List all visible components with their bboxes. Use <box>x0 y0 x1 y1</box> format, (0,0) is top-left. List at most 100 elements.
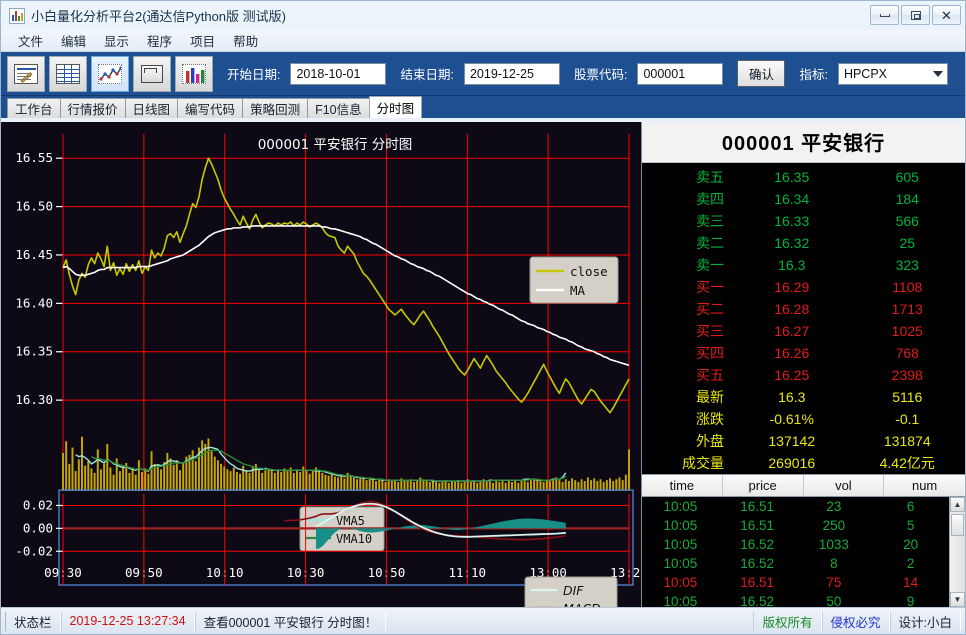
tick-cell-vol: 23 <box>826 499 842 514</box>
quote-row-price: 16.3 <box>778 257 806 273</box>
quote-row-volume: 1025 <box>891 323 923 339</box>
status-infringement: 侵权必究 <box>821 611 890 631</box>
start-date-label: 开始日期: <box>227 68 281 82</box>
quote-row: 买五 16.25 2398 <box>642 364 965 386</box>
bar-chart-icon <box>182 63 206 84</box>
main-content: 16.30 16.35 16.40 16.45 16.50 16.55 09:30 09:50… <box>1 122 965 609</box>
quote-row-volume: 184 <box>895 191 919 207</box>
menu-item-program[interactable]: 程序 <box>140 29 179 52</box>
close-button[interactable]: ✕ <box>932 5 961 25</box>
tick-cell-num: 14 <box>903 575 919 590</box>
tick-cell-num: 20 <box>903 537 919 552</box>
minimize-button[interactable] <box>870 5 899 25</box>
line-chart-button[interactable] <box>91 55 129 92</box>
tick-cell-time: 10:05 <box>663 575 698 590</box>
tick-row: 10:05 16.52 8 2 <box>642 554 949 573</box>
quote-row-label: 卖四 <box>696 191 724 207</box>
tab-intraday-chart[interactable]: 分时图 <box>368 96 423 118</box>
svg-text:0.00: 0.00 <box>23 520 53 535</box>
window-title: 小白量化分析平台2(通达信Python版 测试版) <box>31 9 286 24</box>
svg-text:16.30: 16.30 <box>15 392 53 407</box>
confirm-button[interactable]: 确认 <box>737 60 786 87</box>
indicator-select-value: HPCPX <box>843 66 888 81</box>
quote-row-price: 16.25 <box>774 367 810 383</box>
edit-document-icon <box>14 63 38 84</box>
scroll-down-icon[interactable]: ▼ <box>950 592 965 607</box>
table-button[interactable] <box>49 55 87 92</box>
menu-item-file[interactable]: 文件 <box>11 29 50 52</box>
tick-row: 10:05 16.52 50 9 <box>642 592 949 607</box>
tick-col-num: num <box>911 478 938 493</box>
end-date-label: 结束日期: <box>400 68 454 82</box>
indicator-label: 指标: <box>799 68 828 82</box>
quote-row: 涨跌 -0.61% -0.1 <box>642 408 965 430</box>
tick-cell-price: 16.52 <box>740 594 775 607</box>
tick-table-body: 10:05 16.51 23 6 10:05 16.51 250 5 10:05 16.52 103… <box>642 497 949 607</box>
chevron-down-icon <box>932 70 943 77</box>
tick-cell-time: 10:05 <box>663 518 698 533</box>
tick-row: 10:05 16.51 250 5 <box>642 516 949 535</box>
quote-row-price: 16.29 <box>774 279 810 295</box>
quote-row-price: 16.33 <box>774 213 810 229</box>
bar-chart-button[interactable] <box>175 55 213 92</box>
start-date-input[interactable]: 2018-10-01 <box>290 62 387 85</box>
tick-row: 10:05 16.51 23 6 <box>642 497 949 516</box>
quote-row-label: 外盘 <box>696 433 724 449</box>
stock-code-input[interactable]: 000001 <box>637 62 724 85</box>
quote-row-label: 买一 <box>696 279 724 295</box>
quote-row-price: 269016 <box>768 455 816 471</box>
quote-row-volume: 605 <box>895 169 919 185</box>
quote-row-volume: -0.1 <box>895 411 920 427</box>
tick-cell-price: 16.51 <box>740 499 775 514</box>
tick-cell-price: 16.51 <box>740 575 775 590</box>
tab-strip: 工作台 行情报价 日线图 编写代码 策略回测 F10信息 分时图 <box>1 96 965 118</box>
tick-row: 10:05 16.52 1033 20 <box>642 535 949 554</box>
menu-item-edit[interactable]: 编辑 <box>54 29 93 52</box>
folder-button[interactable] <box>133 55 171 92</box>
quote-row-volume: 768 <box>895 345 919 361</box>
menu-item-project[interactable]: 项目 <box>183 29 222 52</box>
quote-row: 买四 16.26 768 <box>642 342 965 364</box>
menu-item-view[interactable]: 显示 <box>97 29 136 52</box>
scroll-up-icon[interactable]: ▲ <box>950 497 965 512</box>
tick-col-price: price <box>723 475 804 496</box>
quote-row-label: 买四 <box>696 345 724 361</box>
menu-item-help[interactable]: 帮助 <box>226 29 265 52</box>
end-date-input[interactable]: 2019-12-25 <box>463 62 560 85</box>
tab-quotes[interactable]: 行情报价 <box>59 98 126 118</box>
svg-text:16.40: 16.40 <box>15 295 53 310</box>
svg-text:16.45: 16.45 <box>15 247 53 262</box>
tick-cell-time: 10:05 <box>663 499 698 514</box>
tick-cell-num: 5 <box>906 518 915 533</box>
quote-row: 买二 16.28 1713 <box>642 298 965 320</box>
indicator-select[interactable]: HPCPX <box>837 62 948 85</box>
tick-cell-price: 16.52 <box>740 556 775 571</box>
chart-app-icon <box>9 7 25 24</box>
quote-row-volume: 4.42亿元 <box>879 455 935 471</box>
tick-scrollbar[interactable]: ▲ ▼ <box>949 497 965 607</box>
svg-text:MA: MA <box>570 283 586 298</box>
quote-row-volume: 566 <box>895 213 919 229</box>
tick-table-wrap: 10:05 16.51 23 6 10:05 16.51 250 5 10:05 16.52 103… <box>642 497 965 607</box>
maximize-button[interactable] <box>901 5 930 25</box>
quote-row-price: 16.26 <box>774 345 810 361</box>
quote-row-price: 16.32 <box>774 235 810 251</box>
scroll-thumb[interactable] <box>951 514 964 536</box>
tab-write-code[interactable]: 编写代码 <box>177 98 244 118</box>
quote-level2-table: 卖五 16.35 605 卖四 16.34 184 卖三 16.33 566 卖二 16.32 25 卖… <box>642 163 965 474</box>
tick-col-time: time <box>642 475 723 496</box>
tab-workbench[interactable]: 工作台 <box>7 98 61 118</box>
quote-row-price: 16.3 <box>778 389 806 405</box>
tick-cell-time: 10:05 <box>663 537 698 552</box>
tick-table-header: time price vol num <box>642 474 965 497</box>
tab-f10-info[interactable]: F10信息 <box>307 98 370 118</box>
status-copyright: 版权所有 <box>753 611 822 631</box>
intraday-chart[interactable]: 16.3016.3516.4016.4516.5016.5509:30 09:50… <box>1 122 641 609</box>
tick-cell-vol: 1033 <box>818 537 849 552</box>
svg-text:0.02: 0.02 <box>23 497 53 512</box>
quote-pane: 000001 平安银行 卖五 16.35 605 卖四 16.34 184 卖三 16.33 5… <box>641 122 965 607</box>
edit-document-button[interactable] <box>7 55 45 92</box>
quote-row-volume: 1108 <box>892 279 923 295</box>
tab-daily-chart[interactable]: 日线图 <box>124 98 179 118</box>
tab-backtest[interactable]: 策略回测 <box>242 98 309 118</box>
